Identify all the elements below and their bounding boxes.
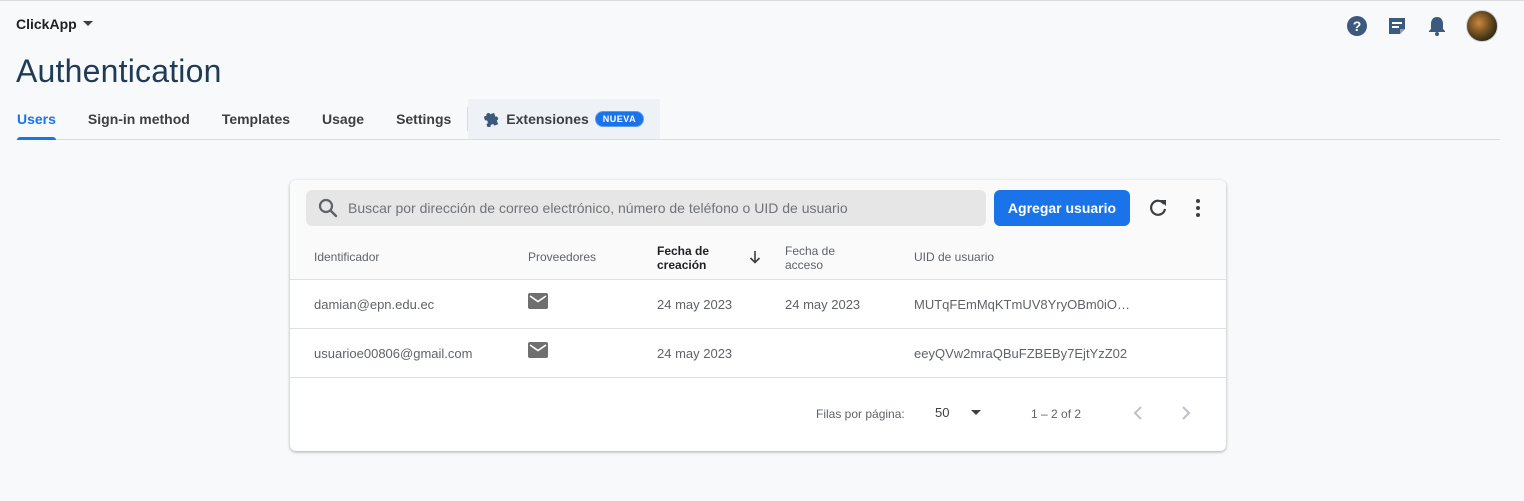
dropdown-arrow-icon [82, 21, 93, 26]
rows-per-page-label: Filas por página: [816, 407, 905, 421]
dropdown-arrow-icon [971, 409, 982, 415]
search-box[interactable] [306, 190, 986, 226]
more-options-icon[interactable] [1188, 197, 1208, 219]
top-bar: ClickApp ? [0, 1, 1524, 51]
refresh-icon[interactable] [1147, 197, 1169, 219]
tab-sign-in-method[interactable]: Sign-in method [72, 99, 206, 139]
sort-descending-icon[interactable] [749, 250, 761, 264]
cell-uid: MUTqFEmMqKTmUV8YryOBm0iO… [914, 297, 1130, 312]
table-row[interactable]: damian@epn.edu.ec 24 may 2023 24 may 202… [290, 280, 1226, 329]
release-notes-icon[interactable] [1386, 15, 1408, 37]
help-icon[interactable]: ? [1346, 15, 1368, 37]
cell-created: 24 may 2023 [657, 297, 733, 312]
puzzle-icon [484, 112, 499, 127]
next-page-icon[interactable] [1180, 404, 1192, 422]
cell-uid: eeyQVw2mraQBuFZBEBy7EjtYzZ02 [914, 346, 1128, 361]
column-header-providers: Proveedores [528, 250, 597, 264]
new-badge: NUEVA [594, 111, 645, 127]
project-selector[interactable]: ClickApp [16, 16, 93, 32]
notifications-icon[interactable] [1426, 15, 1448, 37]
cell-created: 24 may 2023 [657, 346, 733, 361]
pagination-range: 1 – 2 of 2 [1031, 407, 1082, 421]
pagination-footer: Filas por página: 50 1 – 2 of 2 [290, 378, 1226, 450]
email-provider-icon [528, 293, 548, 309]
column-header-created[interactable]: Fecha de creación [657, 244, 709, 272]
tab-extensions-label: Extensiones [506, 111, 589, 127]
table-row[interactable]: usuarioe00806@gmail.com 24 may 2023 eeyQ… [290, 329, 1226, 378]
search-icon [318, 198, 338, 218]
tab-usage[interactable]: Usage [306, 99, 380, 139]
users-card: Agregar usuario Identificador Proveedore… [290, 180, 1226, 451]
tab-bar: Users Sign-in method Templates Usage Set… [16, 99, 1500, 140]
column-header-created-line1: Fecha de [657, 244, 710, 258]
tab-users[interactable]: Users [16, 99, 72, 140]
column-header-created-line2: creación [657, 258, 707, 272]
tab-extensions[interactable]: Extensiones NUEVA [468, 99, 661, 139]
column-header-identifier[interactable]: Identificador [314, 250, 379, 264]
previous-page-icon[interactable] [1132, 404, 1144, 422]
rows-per-page-select[interactable]: 50 [935, 405, 982, 420]
cell-identifier: damian@epn.edu.ec [314, 297, 435, 312]
tab-settings[interactable]: Settings [380, 99, 467, 139]
email-provider-icon [528, 342, 548, 358]
project-name: ClickApp [16, 16, 77, 32]
cell-accessed: 24 may 2023 [785, 297, 861, 312]
tab-templates[interactable]: Templates [206, 99, 306, 139]
column-header-accessed[interactable]: Fecha de acceso [785, 244, 835, 272]
search-input[interactable] [348, 200, 968, 216]
column-header-uid[interactable]: UID de usuario [914, 250, 994, 264]
page-title: Authentication [16, 53, 222, 89]
cell-identifier: usuarioe00806@gmail.com [314, 346, 473, 361]
svg-text:?: ? [1353, 18, 1362, 34]
column-header-accessed-line1: Fecha de [785, 244, 836, 258]
top-actions: ? [1346, 10, 1498, 42]
add-user-button[interactable]: Agregar usuario [994, 190, 1130, 226]
column-header-accessed-line2: acceso [785, 258, 824, 272]
rows-per-page-value: 50 [935, 405, 950, 420]
users-card-header: Agregar usuario Identificador Proveedore… [290, 180, 1226, 280]
avatar[interactable] [1466, 10, 1498, 42]
